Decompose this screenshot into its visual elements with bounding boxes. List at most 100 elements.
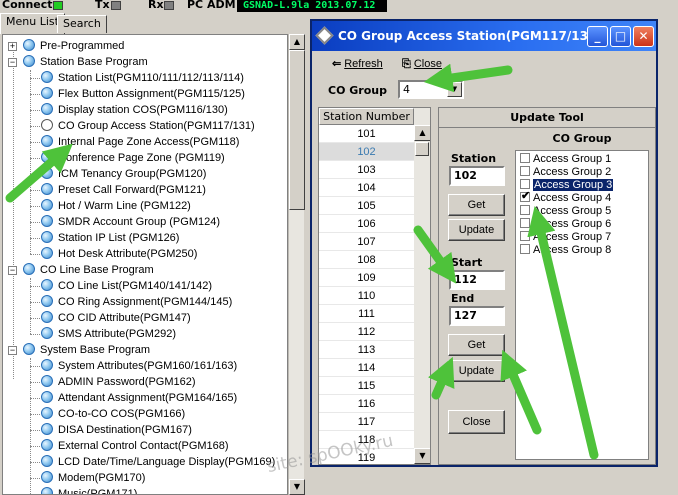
dialog-titlebar[interactable]: CO Group Access Station(PGM117/131) _ □ … xyxy=(312,21,656,51)
tree-guide-line xyxy=(30,278,31,334)
station-number-header[interactable]: Station Number xyxy=(319,108,414,125)
checkbox-icon[interactable] xyxy=(520,153,530,163)
collapse-icon[interactable]: − xyxy=(8,58,17,67)
scroll-thumb[interactable] xyxy=(289,50,305,210)
get-button[interactable]: Get xyxy=(448,194,505,216)
menu-scrollbar[interactable]: ▲ ▼ xyxy=(288,34,305,495)
station-row[interactable]: 107 xyxy=(319,233,414,251)
tree-item[interactable]: CO Group Access Station(PGM117/131) xyxy=(41,118,255,134)
access-group-item[interactable]: Access Group 1 xyxy=(520,153,611,166)
tree-group[interactable]: − CO Line Base Program xyxy=(8,262,154,278)
station-row[interactable]: 106 xyxy=(319,215,414,233)
tree-label: ICM Tenancy Group(PGM120) xyxy=(58,168,207,180)
minimize-icon[interactable]: _ xyxy=(587,26,608,47)
access-group-label: Access Group 2 xyxy=(533,166,612,178)
tab-menu-list[interactable]: Menu List xyxy=(0,13,65,34)
tree-item[interactable]: Flex Button Assignment(PGM115/125) xyxy=(41,86,245,102)
refresh-button[interactable]: ⇐ Refresh xyxy=(332,55,383,73)
tree-item[interactable]: Preset Call Forward(PGM121) xyxy=(41,182,206,198)
tab-search[interactable]: Search xyxy=(57,15,107,33)
tree-item[interactable]: Hot / Warm Line (PGM122) xyxy=(41,198,191,214)
station-row[interactable]: 112 xyxy=(319,323,414,341)
station-row[interactable]: 113 xyxy=(319,341,414,359)
tree-group[interactable]: − System Base Program xyxy=(8,342,150,358)
scroll-down-icon[interactable]: ▼ xyxy=(289,479,305,495)
collapse-icon[interactable]: − xyxy=(8,346,17,355)
access-group-item[interactable]: Access Group 6 xyxy=(520,218,611,231)
tree-item[interactable]: Internal Page Zone Access(PGM118) xyxy=(41,134,239,150)
scroll-up-icon[interactable]: ▲ xyxy=(289,34,305,50)
tree-item[interactable]: DISA Destination(PGM167) xyxy=(41,422,192,438)
checkbox-icon[interactable] xyxy=(520,244,530,254)
station-field[interactable]: 102 xyxy=(449,166,505,186)
station-row[interactable]: 115 xyxy=(319,377,414,395)
station-row[interactable]: 102 xyxy=(319,143,414,161)
tree-item[interactable]: Hot Desk Attribute(PGM250) xyxy=(41,246,197,262)
tree-group[interactable]: − Station Base Program xyxy=(8,54,148,70)
station-scroll-down-icon[interactable]: ▼ xyxy=(414,448,430,464)
station-scrollbar[interactable]: ▲ ▼ xyxy=(414,108,430,464)
get-range-button[interactable]: Get xyxy=(448,334,505,356)
tree-item[interactable]: LCD Date/Time/Language Display(PGM169) xyxy=(41,454,275,470)
tree-item[interactable]: Display station COS(PGM116/130) xyxy=(41,102,228,118)
tree-item[interactable]: CO-to-CO COS(PGM166) xyxy=(41,406,185,422)
start-field[interactable]: 112 xyxy=(449,270,505,290)
tree-item[interactable]: System Attributes(PGM160/161/163) xyxy=(41,358,237,374)
station-row[interactable]: 103 xyxy=(319,161,414,179)
tree-item[interactable]: External Control Contact(PGM168) xyxy=(41,438,229,454)
update-range-button[interactable]: Update xyxy=(448,360,505,382)
access-group-item[interactable]: Access Group 8 xyxy=(520,244,611,257)
tree-item[interactable]: Station List(PGM110/111/112/113/114) xyxy=(41,70,244,86)
tree-item[interactable]: Conference Page Zone (PGM119) xyxy=(41,150,225,166)
end-field[interactable]: 127 xyxy=(449,306,505,326)
checkbox-icon[interactable] xyxy=(520,166,530,176)
checkbox-icon[interactable] xyxy=(520,218,530,228)
collapse-icon[interactable]: − xyxy=(8,266,17,275)
chevron-down-icon[interactable]: ▼ xyxy=(447,82,462,97)
station-row[interactable]: 105 xyxy=(319,197,414,215)
checkbox-icon[interactable] xyxy=(520,179,530,189)
access-group-item[interactable]: ✔ Access Group 4 xyxy=(520,190,611,205)
tree-label: CO-to-CO COS(PGM166) xyxy=(58,408,186,420)
tree-item[interactable]: SMDR Account Group (PGM124) xyxy=(41,214,220,230)
station-row[interactable]: 110 xyxy=(319,287,414,305)
station-row[interactable]: 101 xyxy=(319,125,414,143)
station-row[interactable]: 117 xyxy=(319,413,414,431)
tree-item[interactable]: Station IP List (PGM126) xyxy=(41,230,179,246)
menu-tabs: Menu List Search xyxy=(0,12,306,34)
close-button[interactable]: Close xyxy=(448,410,505,434)
station-row[interactable]: 109 xyxy=(319,269,414,287)
tree-item[interactable]: ICM Tenancy Group(PGM120) xyxy=(41,166,206,182)
station-row[interactable]: 108 xyxy=(319,251,414,269)
tree-item[interactable]: ADMIN Password(PGM162) xyxy=(41,374,196,390)
tree-item[interactable]: Music(PGM171) xyxy=(41,486,137,494)
tree-item[interactable]: Attendant Assignment(PGM164/165) xyxy=(41,390,237,406)
co-group-select[interactable]: 4 ▼ xyxy=(398,80,464,99)
checkbox-icon[interactable] xyxy=(520,205,530,215)
access-group-item[interactable]: Access Group 3 xyxy=(520,179,614,192)
access-group-item[interactable]: Access Group 7 xyxy=(520,231,611,244)
checkbox-checked-icon[interactable]: ✔ xyxy=(520,190,530,202)
station-row[interactable]: 104 xyxy=(319,179,414,197)
access-group-item[interactable]: Access Group 5 xyxy=(520,205,611,218)
tree-branch-line xyxy=(30,302,40,303)
tree-group[interactable]: + Pre-Programmed xyxy=(8,38,124,54)
station-scroll-thumb[interactable] xyxy=(415,142,429,156)
tree-item[interactable]: CO Line List(PGM140/141/142) xyxy=(41,278,212,294)
station-row[interactable]: 111 xyxy=(319,305,414,323)
tree-item[interactable]: CO Ring Assignment(PGM144/145) xyxy=(41,294,232,310)
checkbox-icon[interactable] xyxy=(520,231,530,241)
access-group-item[interactable]: Access Group 2 xyxy=(520,166,611,179)
expand-icon[interactable]: + xyxy=(8,42,17,51)
station-scroll-up-icon[interactable]: ▲ xyxy=(414,125,430,141)
tree-item[interactable]: Modem(PGM170) xyxy=(41,470,145,486)
station-row[interactable]: 114 xyxy=(319,359,414,377)
tree-item[interactable]: SMS Attribute(PGM292) xyxy=(41,326,176,342)
close-icon[interactable]: ✕ xyxy=(633,26,654,47)
station-row[interactable]: 116 xyxy=(319,395,414,413)
update-button[interactable]: Update xyxy=(448,219,505,241)
tree-item[interactable]: CO CID Attribute(PGM147) xyxy=(41,310,191,326)
tree-label: Station List(PGM110/111/112/113/114) xyxy=(58,72,244,84)
maximize-icon[interactable]: □ xyxy=(610,26,631,47)
close-tool-button[interactable]: ⎘ Close xyxy=(402,55,442,73)
